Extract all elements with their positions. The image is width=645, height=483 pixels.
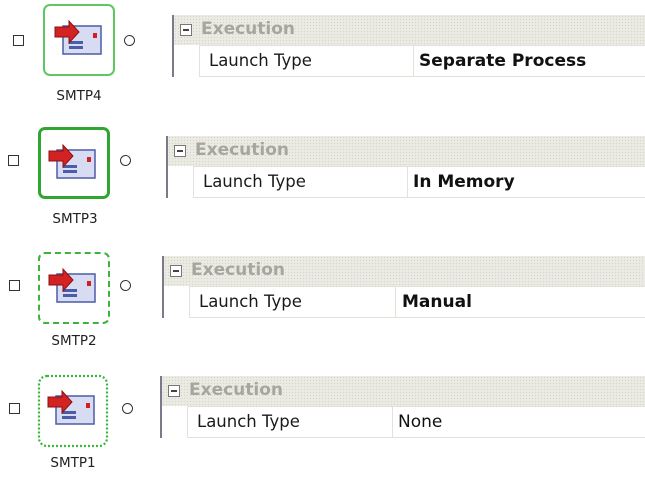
output-port-icon[interactable] [120,155,131,166]
category-title: Execution [195,140,290,160]
node-label: SMTP1 [50,455,96,471]
component-row-smtp1: SMTP1 Execution Launch Type None [0,0,645,471]
property-grid: Execution Launch Type In Memory [166,136,645,198]
property-value[interactable]: None [398,412,442,432]
node-label: SMTP2 [51,333,97,349]
collapse-minus-icon[interactable] [168,385,180,397]
property-grid: Execution Launch Type Manual [162,256,645,318]
category-title: Execution [189,380,284,400]
input-checkbox-icon[interactable] [9,280,20,291]
email-send-icon [37,374,109,448]
property-value[interactable]: In Memory [413,172,515,192]
email-send-icon [48,143,96,179]
category-header[interactable]: Execution [162,376,645,406]
input-checkbox-icon[interactable] [8,155,19,166]
node-label: SMTP3 [52,211,98,227]
collapse-minus-icon[interactable] [170,265,182,277]
email-send-icon [48,267,96,303]
category-title: Execution [191,260,286,280]
input-checkbox-icon[interactable] [9,403,20,414]
property-name: Launch Type [197,412,300,431]
category-header[interactable]: Execution [168,136,645,166]
property-value[interactable]: Manual [402,292,472,312]
output-port-icon[interactable] [122,403,133,414]
property-name: Launch Type [203,172,306,191]
property-name: Launch Type [199,292,302,311]
collapse-minus-icon[interactable] [174,145,186,157]
category-header[interactable]: Execution [164,256,645,286]
property-row[interactable]: Launch Type None [187,406,645,438]
output-port-icon[interactable] [120,280,131,291]
property-grid: Execution Launch Type None [160,376,645,438]
smtp1-node[interactable] [36,373,109,448]
property-row[interactable]: Launch Type Manual [189,286,645,318]
property-row[interactable]: Launch Type In Memory [193,166,645,198]
smtp3-node[interactable] [38,127,110,199]
smtp2-node[interactable] [38,252,110,324]
